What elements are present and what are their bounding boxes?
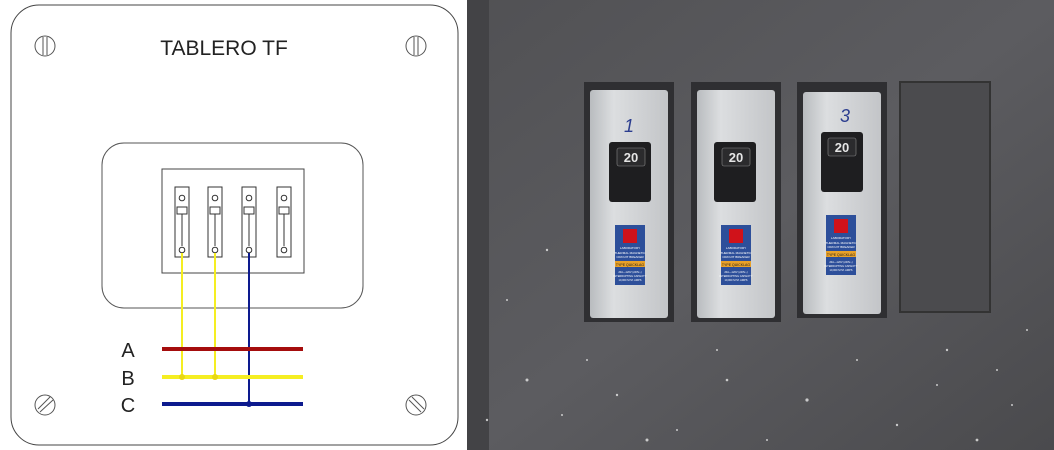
breaker-rating-1: 20 <box>624 150 638 165</box>
phase-label-a: A <box>121 340 135 362</box>
svg-text:INTERRUPTING CAPACITY: INTERRUPTING CAPACITY <box>720 274 753 278</box>
wiring-diagram: TABLERO TF A B C <box>10 4 459 446</box>
screw-icon-top-right <box>405 35 427 57</box>
breaker-symbol-3 <box>241 186 257 258</box>
breaker-symbol-4 <box>276 186 292 258</box>
svg-text:INTERRUPTING CAPACITY: INTERRUPTING CAPACITY <box>614 274 647 278</box>
trip-indicator-3 <box>834 219 848 233</box>
breaker-rating-2: 20 <box>729 150 743 165</box>
svg-text:TYPE QUICKLAG: TYPE QUICKLAG <box>722 263 750 267</box>
svg-text:10,000 SYM. AMPS: 10,000 SYM. AMPS <box>725 278 748 282</box>
phase-label-c: C <box>121 395 135 417</box>
breaker-unit-3: 3 20 LABORATORY THERMAL MAGNETIC CIRCUIT… <box>803 92 881 314</box>
junction-dot-3 <box>246 401 252 407</box>
breaker-number-1: 1 <box>624 116 634 136</box>
blank-slot-cover <box>899 81 991 313</box>
breaker-unit-1: 1 20 LABORATORY THERMAL MAGNETIC CIRCUIT… <box>590 90 668 318</box>
screw-icon-top-left <box>34 35 56 57</box>
panel-left-edge <box>467 0 489 450</box>
svg-text:LABORATORY: LABORATORY <box>726 246 746 250</box>
svg-text:CIRCUIT BREAKER: CIRCUIT BREAKER <box>827 245 855 249</box>
svg-text:LABORATORY: LABORATORY <box>831 236 851 240</box>
trip-indicator-2 <box>729 229 743 243</box>
breaker-symbol-1 <box>174 186 190 258</box>
panel-photo: 1 20 LABORATORY THERMAL MAGNETIC CIRCUIT… <box>467 0 1054 450</box>
screw-icon-bottom-right <box>405 394 427 416</box>
svg-text:20A—120V (240V~): 20A—120V (240V~) <box>724 270 747 274</box>
trip-indicator-1 <box>623 229 637 243</box>
svg-text:20A—120V (240V~): 20A—120V (240V~) <box>618 270 641 274</box>
svg-text:INTERRUPTING CAPACITY: INTERRUPTING CAPACITY <box>825 264 858 268</box>
svg-text:10,000 SYM. AMPS: 10,000 SYM. AMPS <box>619 278 642 282</box>
svg-text:TYPE QUICKLAG: TYPE QUICKLAG <box>827 253 855 257</box>
diagram-title: TABLERO TF <box>160 37 288 60</box>
breaker-rating-3: 20 <box>835 140 849 155</box>
svg-text:TYPE QUICKLAG: TYPE QUICKLAG <box>616 263 644 267</box>
breaker-unit-2: 2 20 LABORATORY THERMAL MAGNETIC CIRCUIT… <box>697 90 775 318</box>
svg-text:20A—120V (240V~): 20A—120V (240V~) <box>829 260 852 264</box>
breaker-number-3: 3 <box>840 106 850 126</box>
svg-text:LABORATORY: LABORATORY <box>620 246 640 250</box>
phase-label-b: B <box>121 368 134 390</box>
breaker-symbol-2 <box>207 186 223 258</box>
junction-dot-2 <box>212 374 218 380</box>
svg-text:CIRCUIT BREAKER: CIRCUIT BREAKER <box>722 255 750 259</box>
svg-text:10,000 SYM. AMPS: 10,000 SYM. AMPS <box>830 268 853 272</box>
svg-text:CIRCUIT BREAKER: CIRCUIT BREAKER <box>616 255 644 259</box>
screw-icon-bottom-left <box>34 394 56 416</box>
junction-dot-1 <box>179 374 185 380</box>
